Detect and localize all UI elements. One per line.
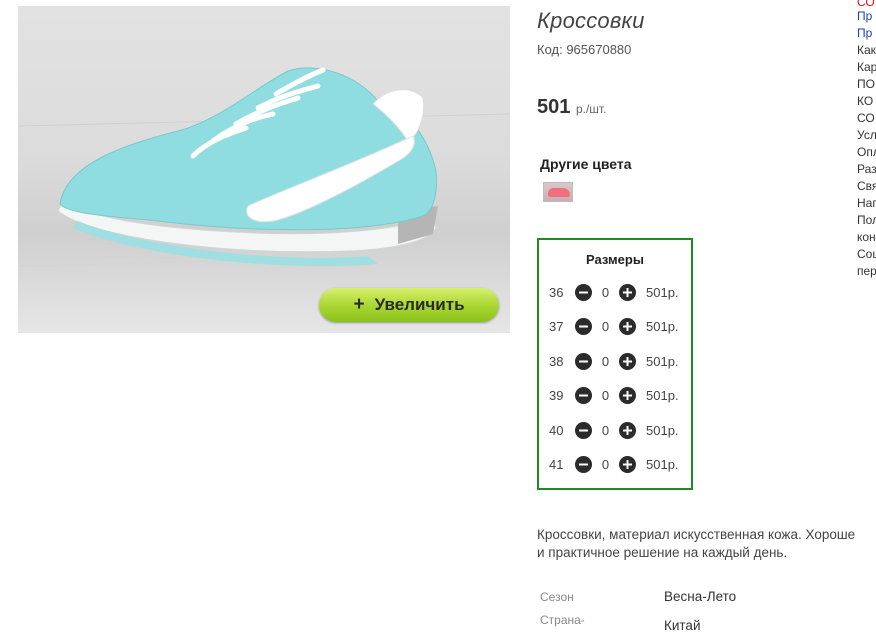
size-value: 39 xyxy=(549,387,564,403)
attribute-label-season: Сезон xyxy=(540,590,574,604)
price-value: 501 xyxy=(537,96,571,118)
product-title: Кроссовки xyxy=(537,8,645,33)
product-image[interactable]: + Увеличить xyxy=(18,6,510,333)
size-price: 501р. xyxy=(646,353,679,369)
side-links-column: СО Пр Пр Как Кар ПО КО СО Усл Опл Раз Св… xyxy=(857,0,876,280)
size-row: 39 0 501р. xyxy=(549,385,689,405)
attribute-value-season: Весна-Лето xyxy=(664,589,737,604)
side-link[interactable]: КО xyxy=(857,94,873,108)
minus-icon[interactable] xyxy=(575,317,592,335)
size-price: 501р. xyxy=(646,456,679,472)
side-link[interactable]: СО xyxy=(857,0,875,9)
product-price: 501 р./шт. xyxy=(537,96,606,119)
side-link[interactable]: Как xyxy=(857,43,876,57)
product-code: Код: 965670880 xyxy=(537,42,632,57)
side-link[interactable]: ПО xyxy=(857,77,875,91)
plus-icon[interactable] xyxy=(619,421,636,439)
side-link[interactable]: Кар xyxy=(857,60,876,74)
zoom-button[interactable]: + Увеличить xyxy=(319,288,499,322)
minus-icon[interactable] xyxy=(575,421,592,439)
minus-icon[interactable] xyxy=(575,386,592,404)
quantity-value: 0 xyxy=(601,284,610,300)
size-price: 501р. xyxy=(646,422,679,438)
sizes-title: Размеры xyxy=(586,252,644,267)
description-line: Кроссовки, материал искусственная кожа. … xyxy=(537,527,856,542)
size-row: 37 0 501р. xyxy=(549,316,689,336)
side-link[interactable]: Опл xyxy=(857,145,876,159)
product-description: Кроссовки, материал искусственная кожа. … xyxy=(537,526,876,562)
size-value: 38 xyxy=(549,353,564,369)
price-unit: р./шт. xyxy=(575,102,607,116)
size-row: 41 0 501р. xyxy=(549,454,689,474)
plus-icon: + xyxy=(353,294,365,315)
side-link[interactable]: Пр xyxy=(857,26,872,40)
size-price: 501р. xyxy=(646,284,679,300)
size-row: 40 0 501р. xyxy=(549,420,689,440)
size-price: 501р. xyxy=(646,318,679,334)
size-row: 36 0 501р. xyxy=(549,282,689,302)
quantity-value: 0 xyxy=(601,318,610,334)
other-colors-title: Другие цвета xyxy=(540,156,632,172)
size-price: 501р. xyxy=(646,387,679,403)
side-link[interactable]: Пр xyxy=(857,9,872,23)
attribute-label-country: Страна- xyxy=(540,613,585,627)
side-link[interactable]: Нап xyxy=(857,196,876,210)
minus-icon[interactable] xyxy=(575,455,592,473)
sneaker-illustration xyxy=(18,67,510,267)
size-value: 36 xyxy=(549,284,564,300)
side-link[interactable]: Пол xyxy=(857,213,876,227)
side-link[interactable]: Усл xyxy=(857,128,876,142)
side-link[interactable]: кон xyxy=(857,230,876,244)
plus-icon[interactable] xyxy=(619,386,636,404)
side-link[interactable]: пер xyxy=(857,264,876,278)
size-value: 37 xyxy=(549,318,564,334)
description-line: и практичное решение на каждый день. xyxy=(537,545,788,560)
minus-icon[interactable] xyxy=(575,283,592,301)
plus-icon[interactable] xyxy=(619,455,636,473)
quantity-value: 0 xyxy=(601,422,610,438)
quantity-value: 0 xyxy=(601,353,610,369)
quantity-value: 0 xyxy=(601,456,610,472)
side-link[interactable]: Соц xyxy=(857,247,876,261)
color-variant-thumbnail[interactable] xyxy=(543,182,573,202)
side-link[interactable]: СО xyxy=(857,111,875,125)
quantity-value: 0 xyxy=(601,387,610,403)
sizes-panel: Размеры 36 0 501р. 37 0 501р. 38 0 501р.… xyxy=(537,238,693,490)
size-row: 38 0 501р. xyxy=(549,351,689,371)
size-value: 40 xyxy=(549,422,564,438)
plus-icon[interactable] xyxy=(619,317,636,335)
side-link[interactable]: Свя xyxy=(857,179,876,193)
side-link[interactable]: Раз xyxy=(857,162,876,176)
zoom-button-label: Увеличить xyxy=(374,295,465,314)
minus-icon[interactable] xyxy=(575,352,592,370)
plus-icon[interactable] xyxy=(619,283,636,301)
plus-icon[interactable] xyxy=(619,352,636,370)
size-value: 41 xyxy=(549,456,564,472)
